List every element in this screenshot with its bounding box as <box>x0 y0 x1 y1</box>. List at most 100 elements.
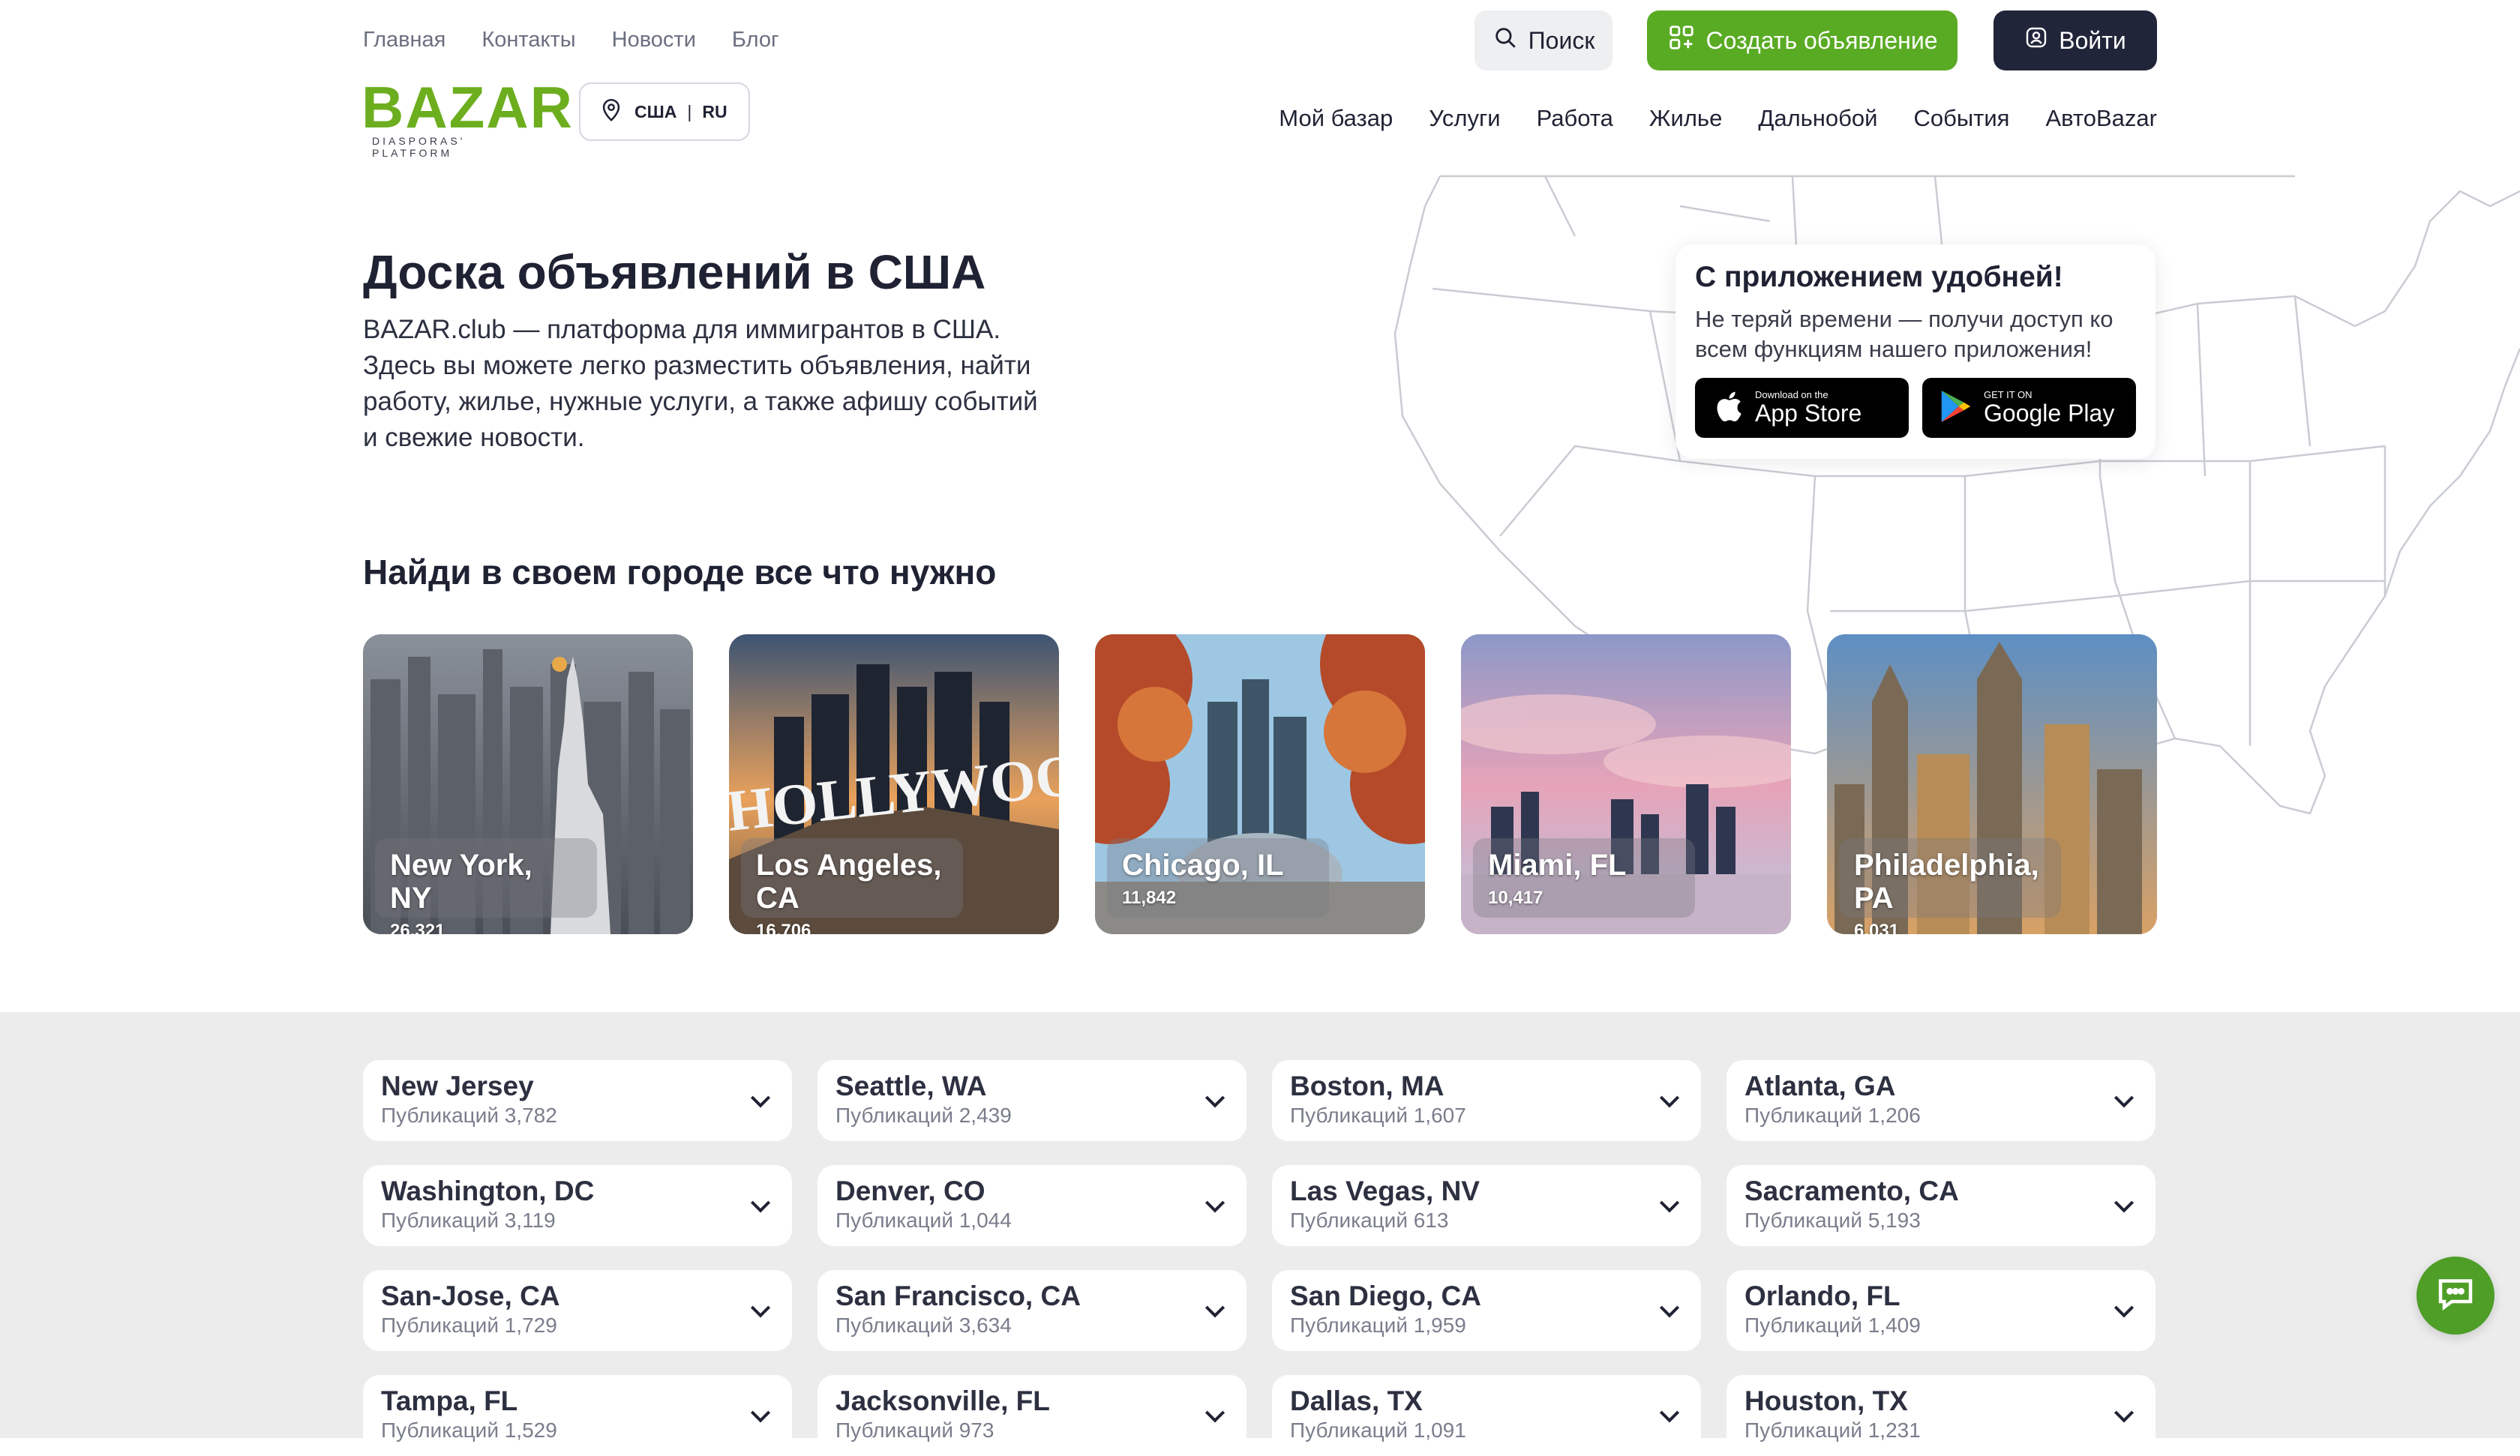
city-publications: Публикаций 613 <box>1290 1209 1449 1232</box>
city-publications: Публикаций 1,729 <box>381 1314 557 1337</box>
city-card-philadelphia[interactable]: Philadelphia, PA 6,031 <box>1827 634 2157 934</box>
user-icon <box>2024 25 2048 55</box>
city-card-chicago[interactable]: Chicago, IL 11,842 <box>1095 634 1425 934</box>
city-name: Houston, TX <box>1744 1386 1908 1416</box>
city-name: San-Jose, CA <box>381 1281 560 1311</box>
chevron-down-icon <box>2114 1305 2134 1318</box>
grid-plus-icon <box>1667 23 1696 58</box>
nav-jobs[interactable]: Работа <box>1537 105 1613 132</box>
city-name: New York, NY <box>390 849 532 915</box>
city-label: Miami, FL 10,417 <box>1473 838 1695 918</box>
city-publications: Публикаций 2,439 <box>836 1104 1012 1127</box>
city-accordion-item[interactable]: Denver, CO Публикаций 1,044 <box>818 1165 1246 1246</box>
app-store-button[interactable]: Download on the App Store <box>1695 378 1909 438</box>
city-count: 6,031 <box>1854 921 1900 934</box>
appstore-big-text: App Store <box>1755 400 1862 427</box>
chevron-down-icon <box>1204 1095 1226 1108</box>
create-listing-button[interactable]: Создать объявление <box>1647 10 1958 70</box>
city-publications: Публикаций 3,782 <box>381 1104 557 1127</box>
city-accordion-item[interactable]: Washington, DC Публикаций 3,119 <box>363 1165 792 1246</box>
city-accordion-item[interactable]: Seattle, WA Публикаций 2,439 <box>818 1060 1246 1141</box>
city-name: Los Angeles, CA <box>756 849 942 915</box>
city-name: Atlanta, GA <box>1744 1071 1896 1101</box>
city-accordion-item[interactable]: San-Jose, CA Публикаций 1,729 <box>363 1270 792 1351</box>
city-accordion-item[interactable]: Tampa, FL Публикаций 1,529 <box>363 1375 792 1456</box>
city-accordion-item[interactable]: Boston, MA Публикаций 1,607 <box>1272 1060 1701 1141</box>
nav-housing[interactable]: Жилье <box>1649 105 1722 132</box>
location-pin-icon <box>598 97 624 127</box>
app-promo-card: С приложением удобней! Не теряй времени … <box>1676 244 2156 459</box>
city-name: Miami, FL <box>1488 849 1627 882</box>
city-count: 10,417 <box>1488 888 1544 908</box>
bazar-logo[interactable]: BAZAR DIASPORAS' PLATFORM <box>362 74 574 159</box>
nav-services[interactable]: Услуги <box>1429 105 1500 132</box>
city-name: Las Vegas, NV <box>1290 1176 1480 1206</box>
city-accordion-item[interactable]: Sacramento, CA Публикаций 5,193 <box>1726 1165 2156 1246</box>
chevron-down-icon <box>1659 1200 1680 1213</box>
city-label: Los Angeles, CA 16,706 <box>741 838 963 934</box>
featured-cities: New York, NY 26,321 HOLLYWOOD Los Angele… <box>363 634 2157 934</box>
page-title: Доска объявлений в США <box>363 245 986 299</box>
city-label: New York, NY 26,321 <box>375 838 597 934</box>
search-button[interactable]: Поиск <box>1474 10 1612 70</box>
city-accordion-item[interactable]: New Jersey Публикаций 3,782 <box>363 1060 792 1141</box>
search-icon <box>1492 25 1518 56</box>
toplink-news[interactable]: Новости <box>612 28 696 52</box>
toplink-home[interactable]: Главная <box>363 28 446 52</box>
appstore-small-text: Download on the <box>1755 389 1828 400</box>
section-title: Найди в своем городе все что нужно <box>363 553 997 592</box>
search-label: Поиск <box>1528 26 1595 54</box>
city-publications: Публикаций 1,607 <box>1290 1104 1466 1127</box>
chevron-down-icon <box>750 1200 771 1213</box>
city-name: Philadelphia, PA <box>1854 849 2039 915</box>
location-country: США <box>634 101 677 121</box>
app-promo-text: Не теряй времени — получи доступ ко всем… <box>1695 306 2114 362</box>
city-accordion-item[interactable]: Orlando, FL Публикаций 1,409 <box>1726 1270 2156 1351</box>
city-publications: Публикаций 3,119 <box>381 1209 556 1232</box>
google-play-button[interactable]: GET IT ON Google Play <box>1922 378 2136 438</box>
city-accordion-item[interactable]: Jacksonville, FL Публикаций 973 <box>818 1375 1246 1456</box>
city-label: Chicago, IL 11,842 <box>1107 838 1329 918</box>
chevron-down-icon <box>2114 1095 2134 1108</box>
city-card-los-angeles[interactable]: HOLLYWOOD Los Angeles, CA 16,706 <box>729 634 1059 934</box>
city-accordion-item[interactable]: Atlanta, GA Публикаций 1,206 <box>1726 1060 2156 1141</box>
city-publications: Публикаций 1,529 <box>381 1419 557 1442</box>
city-publications: Публикаций 1,206 <box>1744 1104 1921 1127</box>
city-accordion-item[interactable]: San Diego, CA Публикаций 1,959 <box>1272 1270 1701 1351</box>
logo-word: BAZAR <box>362 74 574 140</box>
nav-trucking[interactable]: Дальнобой <box>1758 105 1877 132</box>
chevron-down-icon <box>1204 1200 1226 1213</box>
city-accordion-item[interactable]: Dallas, TX Публикаций 1,091 <box>1272 1375 1701 1456</box>
city-name: Boston, MA <box>1290 1071 1444 1101</box>
chat-button[interactable] <box>2416 1257 2494 1335</box>
city-accordion-item[interactable]: Houston, TX Публикаций 1,231 <box>1726 1375 2156 1456</box>
city-publications: Публикаций 973 <box>836 1419 994 1442</box>
chevron-down-icon <box>1204 1305 1226 1318</box>
nav-my-bazar[interactable]: Мой базар <box>1279 105 1393 132</box>
city-name: Denver, CO <box>836 1176 986 1206</box>
nav-events[interactable]: События <box>1913 105 2009 132</box>
city-publications: Публикаций 1,231 <box>1744 1419 1921 1442</box>
location-language-button[interactable]: США | RU <box>579 82 750 141</box>
city-name: Washington, DC <box>381 1176 595 1206</box>
toplink-blog[interactable]: Блог <box>732 28 779 52</box>
city-name: Seattle, WA <box>836 1071 987 1101</box>
city-label: Philadelphia, PA 6,031 <box>1839 838 2061 934</box>
chevron-down-icon <box>750 1095 771 1108</box>
city-card-new-york[interactable]: New York, NY 26,321 <box>363 634 693 934</box>
city-card-miami[interactable]: Miami, FL 10,417 <box>1461 634 1791 934</box>
city-accordion-item[interactable]: San Francisco, CA Публикаций 3,634 <box>818 1270 1246 1351</box>
chevron-down-icon <box>1659 1410 1680 1423</box>
city-name: Chicago, IL <box>1122 849 1284 882</box>
city-name: Jacksonville, FL <box>836 1386 1050 1416</box>
chevron-down-icon <box>750 1305 771 1318</box>
nav-autobazar[interactable]: АвтоBazar <box>2045 105 2157 132</box>
city-publications: Публикаций 1,044 <box>836 1209 1012 1232</box>
city-accordion-item[interactable]: Las Vegas, NV Публикаций 613 <box>1272 1165 1701 1246</box>
login-button[interactable]: Войти <box>1994 10 2157 70</box>
hero-description: BAZAR.club — платформа для иммигрантов в… <box>363 315 1038 452</box>
city-count: 26,321 <box>390 921 446 934</box>
location-separator: | <box>687 101 692 121</box>
toplink-contacts[interactable]: Контакты <box>482 28 575 52</box>
chevron-down-icon <box>1204 1410 1226 1423</box>
